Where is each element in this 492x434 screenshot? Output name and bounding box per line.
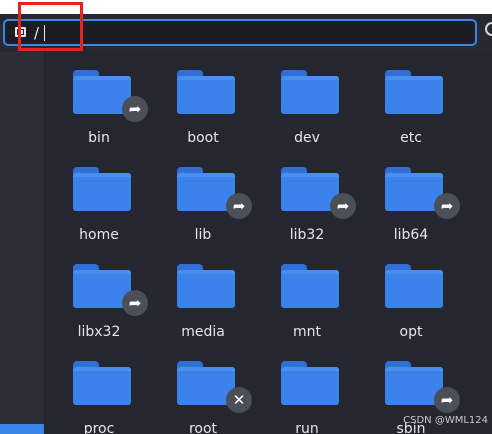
symlink-icon: ➦ [122, 96, 148, 122]
folder-icon [177, 70, 235, 114]
folder-label: boot [187, 130, 219, 146]
folder-item[interactable]: dev [255, 52, 359, 148]
search-icon[interactable] [485, 22, 492, 36]
folder-icon [177, 264, 235, 308]
folder-label: home [79, 227, 119, 243]
folder-item[interactable]: boot [151, 52, 255, 148]
folder-label: lib32 [289, 227, 325, 243]
folder-item[interactable]: run [255, 343, 359, 434]
folder-item[interactable]: ➦ libx32 [47, 246, 151, 342]
folder-icon [281, 264, 339, 308]
folder-item[interactable]: ➦ lib64 [359, 149, 463, 245]
symlink-icon: ➦ [434, 193, 460, 219]
folder-label: lib [194, 227, 212, 243]
symlink-icon: ➦ [122, 290, 148, 316]
folder-icon [385, 70, 443, 114]
folder-label: mnt [293, 324, 321, 340]
folder-item[interactable]: proc [47, 343, 151, 434]
folder-icon [281, 70, 339, 114]
folder-item[interactable]: ➦ lib [151, 149, 255, 245]
no-access-icon: ✕ [226, 387, 252, 413]
sidebar-selected-item[interactable] [0, 424, 44, 434]
sidebar [0, 52, 45, 434]
folder-label: root [188, 421, 218, 434]
folder-label: libx32 [77, 324, 121, 340]
symlink-icon: ➦ [226, 193, 252, 219]
folder-item[interactable]: mnt [255, 246, 359, 342]
watermark: CSDN @WML124 [403, 415, 488, 426]
folder-item[interactable]: etc [359, 52, 463, 148]
symlink-icon: ➦ [330, 193, 356, 219]
folder-icon [281, 361, 339, 405]
symlink-icon: ➦ [434, 387, 460, 413]
folder-label: media [181, 324, 225, 340]
folder-item[interactable]: ➦ lib32 [255, 149, 359, 245]
folder-icon [73, 167, 131, 211]
folder-label: lib64 [393, 227, 429, 243]
folder-label: opt [399, 324, 423, 340]
folder-label: etc [400, 130, 422, 146]
folder-label: run [295, 421, 319, 434]
folder-icon [385, 264, 443, 308]
file-manager-window: / ➦ bin boot dev etc home ➦ lib ➦ lib32 ➦ lib64 ➦ lib… [0, 0, 492, 434]
folder-item[interactable]: home [47, 149, 151, 245]
folder-label: bin [88, 130, 110, 146]
folder-label: dev [294, 130, 320, 146]
file-grid: ➦ bin boot dev etc home ➦ lib ➦ lib32 ➦ lib64 ➦ libx3… [45, 52, 492, 434]
folder-item[interactable]: ✕ root [151, 343, 255, 434]
folder-item[interactable]: ➦ bin [47, 52, 151, 148]
highlight-box [18, 2, 83, 51]
folder-icon [73, 361, 131, 405]
folder-item[interactable]: opt [359, 246, 463, 342]
folder-item[interactable]: media [151, 246, 255, 342]
folder-label: proc [83, 421, 115, 434]
